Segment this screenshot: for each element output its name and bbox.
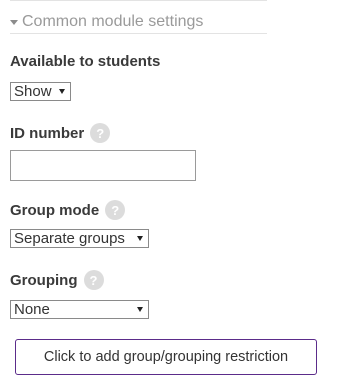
grouping-label-row: Grouping ? [10,270,104,290]
divider [10,0,267,1]
help-icon[interactable]: ? [90,123,111,143]
availability-value: Show [14,83,52,100]
group-mode-label-row: Group mode ? [10,200,126,220]
section-title: Common module settings [22,12,204,30]
caret-down-icon [10,19,18,25]
help-icon[interactable]: ? [83,270,104,290]
id-number-input[interactable] [10,150,196,181]
grouping-value: None [14,301,50,318]
dropdown-arrow-icon [59,89,65,94]
grouping-select[interactable]: None [10,300,149,319]
section-toggle-common-module-settings[interactable]: Common module settings [10,10,267,34]
module-settings-panel: Common module settings Available to stud… [0,0,363,388]
group-mode-select[interactable]: Separate groups [10,229,149,248]
add-group-restriction-button[interactable]: Click to add group/grouping restriction [15,339,317,375]
id-number-label-row: ID number ? [10,123,111,143]
availability-label: Available to students [10,53,161,70]
availability-select[interactable]: Show [10,82,71,101]
group-mode-value: Separate groups [14,230,125,247]
dropdown-arrow-icon [137,307,143,312]
availability-label-row: Available to students [10,53,160,70]
id-number-label: ID number [10,124,85,142]
group-mode-label: Group mode [10,201,100,219]
help-icon[interactable]: ? [105,200,126,220]
dropdown-arrow-icon [137,236,143,241]
grouping-label: Grouping [10,271,78,289]
